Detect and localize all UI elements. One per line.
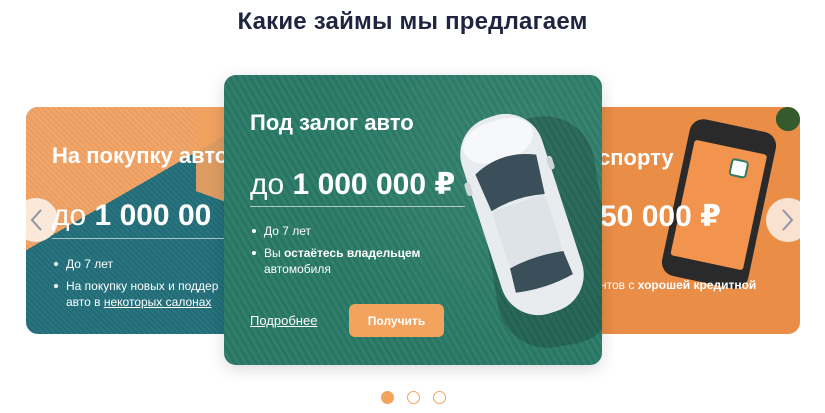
app-logo-icon xyxy=(728,157,750,180)
pagination-dot-1[interactable] xyxy=(381,391,394,404)
feature-item: До 7 лет xyxy=(250,223,420,239)
feature-item: Вы остаётесь владельцем автомобиля xyxy=(250,245,420,277)
card-features: До 7 лет На покупку новых и поддер авто … xyxy=(52,256,218,316)
card-amount: до 1 000 000 ₽ xyxy=(250,167,455,202)
carousel-pagination xyxy=(381,391,446,404)
loan-card-car-collateral[interactable]: Под залог авто до 1 000 000 ₽ До 7 лет В… xyxy=(224,75,602,365)
carousel-next-button[interactable] xyxy=(766,198,810,242)
card-title: Под залог авто xyxy=(250,110,414,135)
card-amount: до 1 000 00 xyxy=(52,199,211,233)
card-amount: 50 000 ₽ xyxy=(600,200,721,233)
amount-value: 1 000 00 xyxy=(94,199,212,232)
card-features: До 7 лет Вы остаётесь владельцем автомоб… xyxy=(250,223,420,283)
amount-value: 1 000 000 ₽ xyxy=(292,168,456,201)
salons-link[interactable]: некоторых салонах xyxy=(104,295,212,309)
chevron-right-icon xyxy=(782,209,794,231)
feature-item: На покупку новых и поддер авто в некотор… xyxy=(52,278,218,310)
carousel-prev-button[interactable] xyxy=(14,198,58,242)
pagination-dot-3[interactable] xyxy=(433,391,446,404)
card-title: спорту xyxy=(598,145,674,170)
chevron-left-icon xyxy=(30,209,42,231)
pagination-dot-2[interactable] xyxy=(407,391,420,404)
section-heading: Какие займы мы предлагаем xyxy=(237,8,588,35)
get-loan-button[interactable]: Получить xyxy=(349,304,444,337)
amount-prefix: до xyxy=(250,168,285,201)
card-divider xyxy=(250,206,465,207)
card-title: На покупку авто xyxy=(52,143,229,168)
feature-item: До 7 лет xyxy=(52,256,218,272)
card-feature-text: нтов с хорошей кредитной xyxy=(600,278,757,292)
more-details-link[interactable]: Подробнее xyxy=(250,313,317,328)
